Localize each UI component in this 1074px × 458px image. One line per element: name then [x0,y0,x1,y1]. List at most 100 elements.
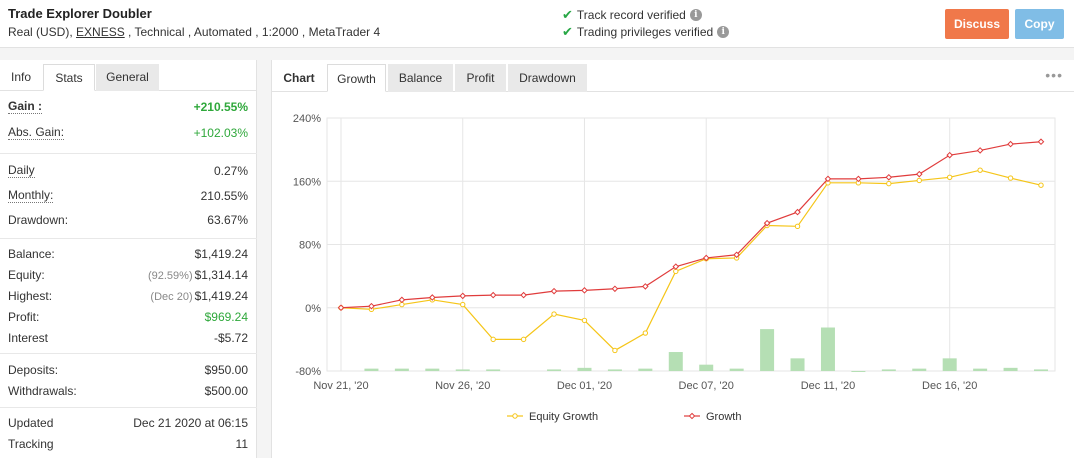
growth-point [398,296,406,304]
tab-balance[interactable]: Balance [388,64,453,92]
x-tick-label: Dec 07, '20 [679,380,734,392]
bar [668,352,683,371]
system-details: , Technical , Automated , 1:2000 , MetaT… [124,25,381,39]
growth-point [520,291,527,299]
equity-growth-point [1038,182,1044,188]
tab-profit[interactable]: Profit [455,64,506,92]
equity-growth-line [340,169,1042,352]
stat-interest: Interest -$5.72 [8,331,248,345]
divider [0,407,257,408]
info-icon[interactable]: i [689,9,702,21]
chart-tabs: Chart Growth Balance Profit Drawdown ••• [272,60,1074,92]
equity-growth-point [520,336,527,343]
bar [760,329,775,371]
bar [973,368,988,371]
bar [607,369,622,371]
growth-point [489,291,497,299]
copy-button[interactable]: Copy [1015,9,1064,39]
account-type: Real (USD), [8,25,77,39]
system-title: Trade Explorer Doubler [8,6,152,21]
track-record-verified: ✔ Track record verified i [562,7,702,23]
bar [912,368,927,371]
equity-growth-point [551,311,557,317]
bar [394,368,409,371]
stat-deposits: Deposits: $950.00 [8,363,248,377]
bar [364,368,379,371]
info-icon[interactable]: i [717,26,730,38]
bar [820,327,835,371]
stat-gain: Gain : +210.55% [8,99,248,114]
stats-panel: Info Stats General Gain : +210.55% Abs. … [0,60,257,458]
tab-drawdown[interactable]: Drawdown [508,64,587,92]
y-tick-label: 80% [299,240,321,252]
bar [1003,367,1018,371]
equity-growth-point [581,317,588,324]
stat-tracking: Tracking 11 [8,437,248,451]
bar [577,367,592,371]
stat-withdrawals: Withdrawals: $500.00 [8,384,248,398]
stat-daily: Daily 0.27% [8,163,248,178]
tab-general[interactable]: General [96,64,159,91]
bar [1034,369,1048,371]
equity-growth-point [612,347,618,354]
x-tick-label: Dec 01, '20 [557,380,612,392]
growth-point [1037,138,1045,146]
growth-chart: -80% 0% 80% 160% 240% Nov 21, '20 Nov 26, '20 D… [293,113,1056,423]
stat-profit: Profit: $969.24 [8,310,248,324]
growth-point [581,287,588,294]
bar [699,364,714,371]
growth-point [976,147,984,154]
equity-growth-point [977,167,983,173]
legend-equity-growth: Equity Growth [529,411,598,423]
stat-drawdown: Drawdown: 63.67% [8,213,248,227]
equity-growth-point [1007,175,1014,181]
x-tick-label: Dec 11, '20 [801,380,855,392]
stat-highest: Highest: (Dec 20) $1,419.24 [8,289,248,303]
legend-marker [512,413,518,419]
tab-growth[interactable]: Growth [327,64,386,92]
bar [851,371,866,372]
checkmark-icon: ✔ [562,24,573,39]
equity-growth-point [642,330,649,336]
x-tick-label: Nov 26, '20 [435,380,490,392]
y-tick-label: 0% [305,303,321,315]
equity-growth-point [886,180,892,187]
growth-point [611,285,619,293]
bar [729,368,744,371]
equity-growth-point [946,174,953,180]
x-tick-label: Dec 16, '20 [922,380,977,392]
equity-growth-point [916,177,922,184]
bar [425,368,440,371]
divider [0,153,257,154]
y-tick-label: 160% [293,176,321,188]
stat-updated: Updated Dec 21 2020 at 06:15 [8,416,248,430]
divider [0,353,257,354]
x-tick-label: Nov 21, '20 [313,380,368,392]
checkmark-icon: ✔ [562,7,573,22]
stat-equity: Equity: (92.59%) $1,314.14 [8,268,248,282]
growth-point [459,292,467,300]
equity-growth-point [460,301,466,308]
bar [638,368,653,371]
discuss-button[interactable]: Discuss [945,9,1009,39]
bar [881,369,896,371]
stat-monthly: Monthly: 210.55% [8,188,248,203]
bar [942,358,957,371]
system-header: Trade Explorer Doubler Real (USD), EXNES… [0,0,1074,48]
growth-point [885,173,893,181]
legend-marker [688,412,696,420]
stat-balance: Balance: $1,419.24 [8,247,248,261]
system-subtitle: Real (USD), EXNESS , Technical , Automat… [8,25,380,39]
broker-link[interactable]: EXNESS [76,25,125,39]
equity-growth-point [794,223,801,230]
more-options-icon[interactable]: ••• [1045,67,1063,83]
y-tick-label: 240% [293,113,321,125]
bar [547,369,562,371]
tab-stats[interactable]: Stats [43,64,95,91]
bar [486,369,501,371]
legend-growth: Growth [706,411,741,423]
tab-chart[interactable]: Chart [272,64,326,92]
growth-point [1007,140,1014,148]
trading-privileges-verified: ✔ Trading privileges verified i [562,24,730,40]
tab-info[interactable]: Info [0,64,42,91]
